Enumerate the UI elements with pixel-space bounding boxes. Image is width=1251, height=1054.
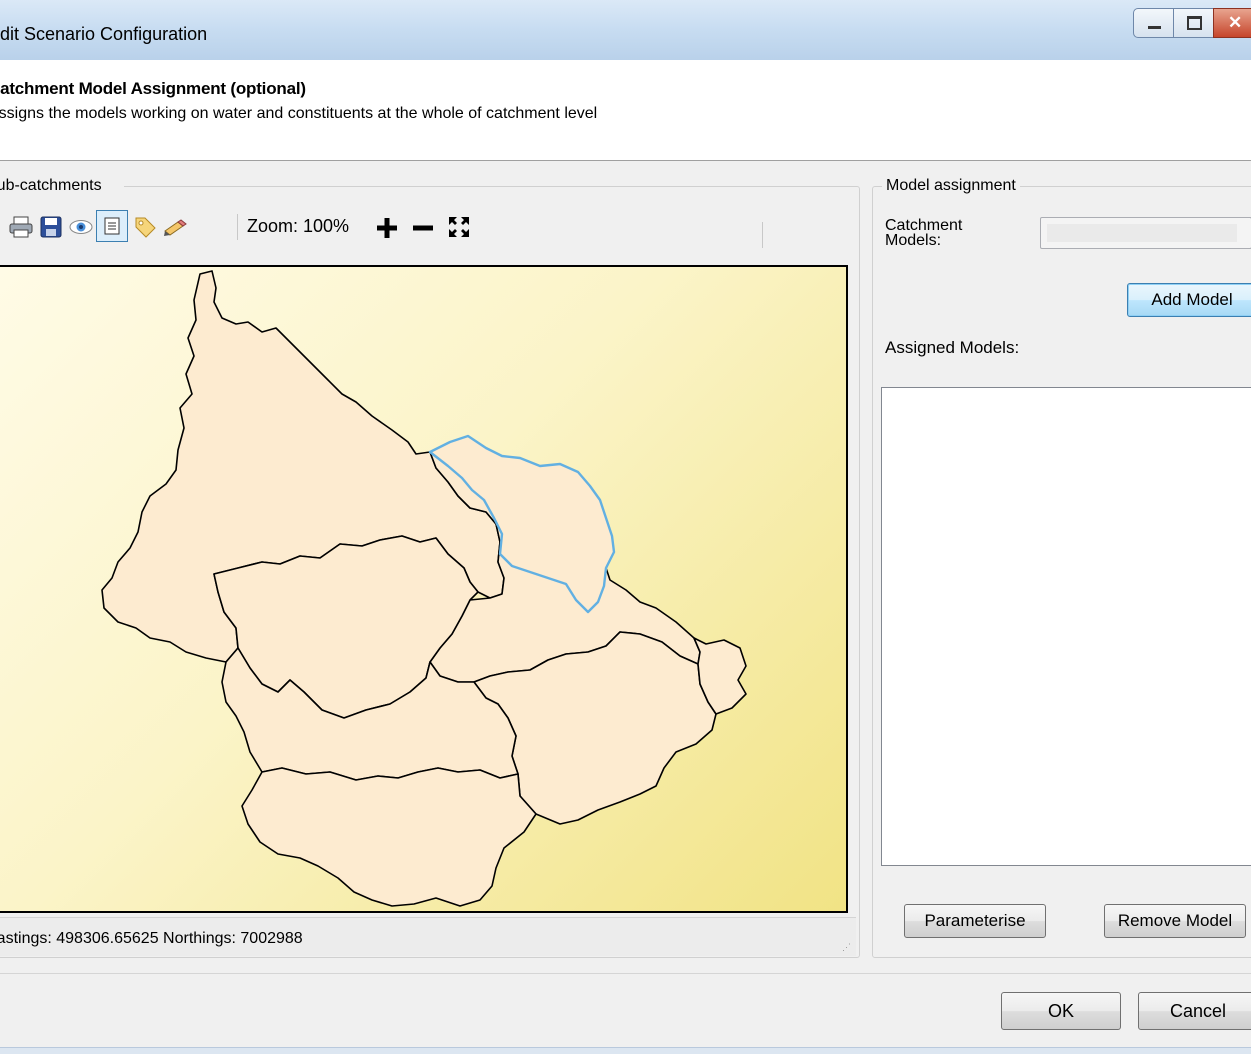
zoom-in-icon[interactable]: [375, 216, 401, 242]
window-title: Edit Scenario Configuration: [0, 24, 219, 45]
footer-divider: [0, 973, 1251, 974]
map-toolbar: [0, 204, 770, 248]
assigned-models-label: Assigned Models:: [885, 338, 1020, 357]
coordinates-readout-text: Eastings: 498306.65625 Northings: 700298…: [0, 930, 303, 947]
parameterise-button[interactable]: Parameterise: [904, 904, 1046, 938]
catchment-models-dropdown-value: [1047, 224, 1237, 242]
eye-icon[interactable]: [68, 214, 94, 240]
page-header: Catchment Model Assignment (optional) As…: [0, 60, 1251, 161]
subcatchments-group-label: Sub-catchments: [0, 177, 124, 195]
title-bar[interactable]: Edit Scenario Configuration ✕: [0, 0, 1251, 61]
toolbar-separator: [237, 214, 238, 240]
coordinates-readout: Eastings: 498306.65625 Northings: 700298…: [0, 930, 317, 948]
model-assignment-group-label: Model assignment: [882, 177, 1020, 195]
zoom-label: Zoom: 100%: [247, 216, 350, 236]
catchment-models-label: Catchment Models:: [885, 217, 963, 249]
close-button[interactable]: ✕: [1213, 8, 1251, 38]
catchment-models-dropdown[interactable]: [1040, 217, 1251, 249]
map-status-bar: Eastings: 498306.65625 Northings: 700298…: [0, 917, 856, 956]
page-title: Catchment Model Assignment (optional): [0, 79, 318, 99]
toolbar-separator-end: [762, 222, 763, 248]
subcatchments-group-label-text: Sub-catchments: [0, 177, 102, 194]
catchment-map[interactable]: [0, 265, 848, 913]
catchment-map-svg[interactable]: [0, 267, 846, 911]
add-model-button[interactable]: Add Model: [1127, 283, 1251, 317]
zoom-extent-icon[interactable]: [446, 214, 472, 240]
maximize-button[interactable]: [1173, 8, 1215, 38]
page-title-text: Catchment Model Assignment (optional): [0, 79, 306, 98]
subcatchment-south[interactable]: [241, 767, 537, 907]
properties-icon[interactable]: [96, 210, 128, 242]
pencil-icon[interactable]: [162, 214, 188, 240]
maximize-icon: [1187, 16, 1202, 30]
zoom-out-icon[interactable]: [411, 216, 437, 242]
cancel-button[interactable]: Cancel: [1138, 992, 1251, 1030]
window-title-text: Edit Scenario Configuration: [0, 24, 208, 44]
label-icon[interactable]: [132, 214, 158, 240]
remove-model-button[interactable]: Remove Model: [1104, 904, 1246, 938]
close-icon: ✕: [1228, 13, 1243, 32]
resize-grip-icon[interactable]: ⋰: [842, 942, 852, 952]
ok-button[interactable]: OK: [1001, 992, 1121, 1030]
print-icon[interactable]: [8, 214, 34, 240]
page-subtitle: Assigns the models working on water and …: [0, 105, 609, 123]
page-subtitle-text: Assigns the models working on water and …: [0, 105, 598, 122]
save-icon[interactable]: [38, 214, 64, 240]
minimize-button[interactable]: [1133, 8, 1177, 38]
minimize-icon: [1148, 26, 1161, 29]
assigned-models-list[interactable]: [881, 387, 1251, 866]
